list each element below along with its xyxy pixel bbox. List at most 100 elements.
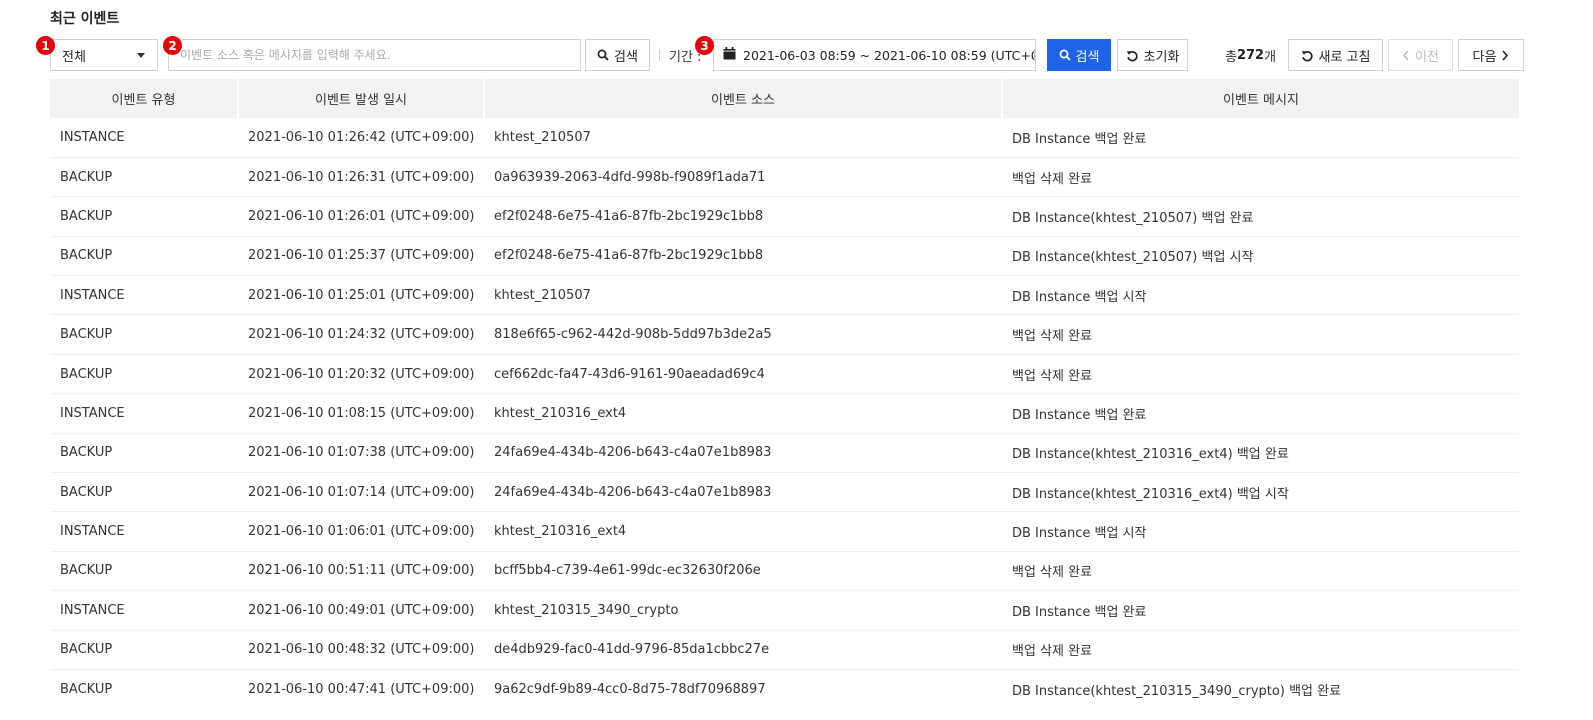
event-type-cell: BACKUP (50, 433, 238, 474)
event-message-cell: 백업 삭제 완료 (1002, 314, 1519, 355)
table-row[interactable]: BACKUP 2021-06-10 01:26:01 (UTC+09:00) ef2… (50, 196, 1519, 237)
search-button-label: 검색 (614, 49, 638, 65)
annotation-badge-1: 1 (36, 36, 55, 55)
event-message-cell: DB Instance 백업 완료 (1002, 590, 1519, 631)
event-type-cell: BACKUP (50, 630, 238, 670)
table-row[interactable]: BACKUP 2021-06-10 01:26:31 (UTC+09:00) 0a9… (50, 157, 1519, 198)
event-message-cell: DB Instance(khtest_210507) 백업 시작 (1002, 236, 1519, 277)
event-time-cell: 2021-06-10 01:26:01 (UTC+09:00) (238, 196, 484, 237)
search-input[interactable] (168, 39, 581, 71)
event-message-cell: DB Instance 백업 완료 (1002, 118, 1519, 158)
calendar-icon (723, 47, 736, 63)
chevron-left-icon (1402, 49, 1410, 61)
event-type-cell: BACKUP (50, 551, 238, 592)
event-source-cell: khtest_210316_ext4 (484, 393, 1002, 434)
table-row[interactable]: BACKUP 2021-06-10 01:07:38 (UTC+09:00) 24f… (50, 433, 1519, 474)
chevron-right-icon (1501, 49, 1509, 61)
event-time-cell: 2021-06-10 01:06:01 (UTC+09:00) (238, 511, 484, 552)
event-time-cell: 2021-06-10 01:07:38 (UTC+09:00) (238, 433, 484, 474)
table-row[interactable]: INSTANCE 2021-06-10 00:49:01 (UTC+09:00) k… (50, 590, 1519, 631)
event-message-cell: DB Instance(khtest_210507) 백업 완료 (1002, 196, 1519, 237)
event-time-cell: 2021-06-10 01:25:01 (UTC+09:00) (238, 275, 484, 316)
search-icon (1059, 49, 1071, 61)
event-time-cell: 2021-06-10 01:20:32 (UTC+09:00) (238, 354, 484, 395)
table-row[interactable]: BACKUP 2021-06-10 01:24:32 (UTC+09:00) 818… (50, 314, 1519, 355)
event-message-cell: DB Instance(khtest_210315_3490_crypto) 백… (1012, 683, 1342, 699)
event-source-cell: 9a62c9df-9b89-4cc0-8d75-78df70968897 (494, 681, 766, 697)
event-time-cell: 2021-06-10 01:08:15 (UTC+09:00) (238, 393, 484, 434)
event-time-cell: 2021-06-10 00:47:41 (UTC+09:00) (248, 681, 475, 697)
reset-icon (1126, 49, 1139, 62)
table-row[interactable]: INSTANCE 2021-06-10 01:25:01 (UTC+09:00) k… (50, 275, 1519, 316)
period-search-label: 검색 (1075, 49, 1100, 65)
total-suffix: 개 (1264, 49, 1277, 65)
event-source-cell: ef2f0248-6e75-41a6-87fb-2bc1929c1bb8 (484, 196, 1002, 237)
date-range-text: 2021-06-03 08:59 ~ 2021-06-10 08:59 (UTC… (743, 47, 1035, 63)
table-row[interactable]: BACKUP 2021-06-10 00:48:32 (UTC+09:00) de4… (50, 630, 1519, 670)
event-time-cell: 2021-06-10 01:26:42 (UTC+09:00) (238, 118, 484, 158)
event-source-cell: de4db929-fac0-41dd-9796-85da1cbbc27e (484, 630, 1002, 670)
prev-page-button[interactable]: 이전 (1388, 39, 1453, 71)
date-range-picker[interactable]: 2021-06-03 08:59 ~ 2021-06-10 08:59 (UTC… (713, 39, 1036, 71)
total-count: 총 272 개 (1225, 39, 1276, 71)
table-header-row: 이벤트 유형 이벤트 발생 일시 이벤트 소스 이벤트 메시지 (50, 79, 1519, 118)
event-message-cell: DB Instance 백업 완료 (1002, 393, 1519, 434)
table-row[interactable]: INSTANCE 2021-06-10 01:26:42 (UTC+09:00) k… (50, 118, 1519, 158)
event-source-cell: 0a963939-2063-4dfd-998b-f9089f1ada71 (484, 157, 1002, 198)
event-type-cell: BACKUP (50, 157, 238, 198)
event-source-cell: bcff5bb4-c739-4e61-99dc-ec32630f206e (484, 551, 1002, 592)
column-header-event-time[interactable]: 이벤트 발생 일시 (238, 79, 485, 118)
event-type-select-value: 전체 (62, 49, 86, 65)
event-message-cell: DB Instance(khtest_210316_ext4) 백업 완료 (1002, 433, 1519, 474)
total-prefix: 총 (1225, 49, 1237, 65)
event-type-cell: BACKUP (60, 681, 113, 697)
event-source-cell: ef2f0248-6e75-41a6-87fb-2bc1929c1bb8 (484, 236, 1002, 277)
table-row[interactable]: BACKUP 2021-06-10 01:07:14 (UTC+09:00) 24f… (50, 472, 1519, 513)
divider (1034, 49, 1035, 61)
event-type-cell: INSTANCE (50, 393, 238, 434)
refresh-icon (1301, 49, 1314, 62)
table-row[interactable]: INSTANCE 2021-06-10 01:08:15 (UTC+09:00) k… (50, 393, 1519, 434)
event-type-cell: BACKUP (50, 314, 238, 355)
divider (659, 49, 660, 61)
annotation-badge-3: 3 (695, 36, 714, 55)
event-message-cell: DB Instance 백업 시작 (1002, 275, 1519, 316)
event-toolbar: 전체 검색 기간 : 2021-06-03 08:59 ~ 2021-06-10… (50, 39, 1554, 71)
event-message-cell: 백업 삭제 완료 (1002, 630, 1519, 670)
period-search-button[interactable]: 검색 (1047, 39, 1111, 71)
table-row[interactable]: BACKUP 2021-06-10 00:51:11 (UTC+09:00) bcf… (50, 551, 1519, 592)
event-time-cell: 2021-06-10 01:07:14 (UTC+09:00) (238, 472, 484, 513)
next-page-button[interactable]: 다음 (1458, 39, 1524, 71)
column-header-event-source[interactable]: 이벤트 소스 (484, 79, 1003, 118)
event-type-cell: BACKUP (50, 354, 238, 395)
event-source-cell: khtest_210315_3490_crypto (484, 590, 1002, 631)
event-source-cell: cef662dc-fa47-43d6-9161-90aeadad69c4 (484, 354, 1002, 395)
event-time-cell: 2021-06-10 00:51:11 (UTC+09:00) (238, 551, 484, 592)
event-message-cell: DB Instance(khtest_210316_ext4) 백업 시작 (1002, 472, 1519, 513)
event-message-cell: 백업 삭제 완료 (1002, 157, 1519, 198)
event-source-cell: 24fa69e4-434b-4206-b643-c4a07e1b8983 (484, 433, 1002, 474)
event-table: 이벤트 유형 이벤트 발생 일시 이벤트 소스 이벤트 메시지 INSTANCE… (50, 79, 1519, 709)
refresh-button[interactable]: 새로 고침 (1288, 39, 1383, 71)
reset-button[interactable]: 초기화 (1117, 39, 1188, 71)
search-icon (597, 49, 609, 61)
refresh-label: 새로 고침 (1318, 49, 1371, 65)
reset-label: 초기화 (1143, 49, 1180, 65)
event-type-cell: INSTANCE (50, 590, 238, 631)
search-button[interactable]: 검색 (585, 39, 650, 71)
event-time-cell: 2021-06-10 01:24:32 (UTC+09:00) (238, 314, 484, 355)
event-source-cell: khtest_210507 (484, 275, 1002, 316)
event-source-cell: khtest_210507 (484, 118, 1002, 158)
event-type-select[interactable]: 전체 (50, 39, 158, 71)
table-row[interactable]: BACKUP 2021-06-10 01:25:37 (UTC+09:00) ef2… (50, 236, 1519, 277)
table-row[interactable]: INSTANCE 2021-06-10 01:06:01 (UTC+09:00) k… (50, 511, 1519, 552)
column-header-event-message[interactable]: 이벤트 메시지 (1002, 79, 1519, 118)
event-source-cell: 24fa69e4-434b-4206-b643-c4a07e1b8983 (484, 472, 1002, 513)
caret-down-icon (137, 53, 145, 58)
event-source-cell: khtest_210316_ext4 (484, 511, 1002, 552)
table-row[interactable]: BACKUP 2021-06-10 01:20:32 (UTC+09:00) cef… (50, 354, 1519, 395)
column-header-event-type[interactable]: 이벤트 유형 (50, 79, 239, 118)
table-row[interactable]: BACKUP 2021-06-10 00:47:41 (UTC+09:00) 9a6… (50, 669, 1519, 708)
event-message-cell: 백업 삭제 완료 (1002, 354, 1519, 395)
event-type-cell: BACKUP (50, 472, 238, 513)
